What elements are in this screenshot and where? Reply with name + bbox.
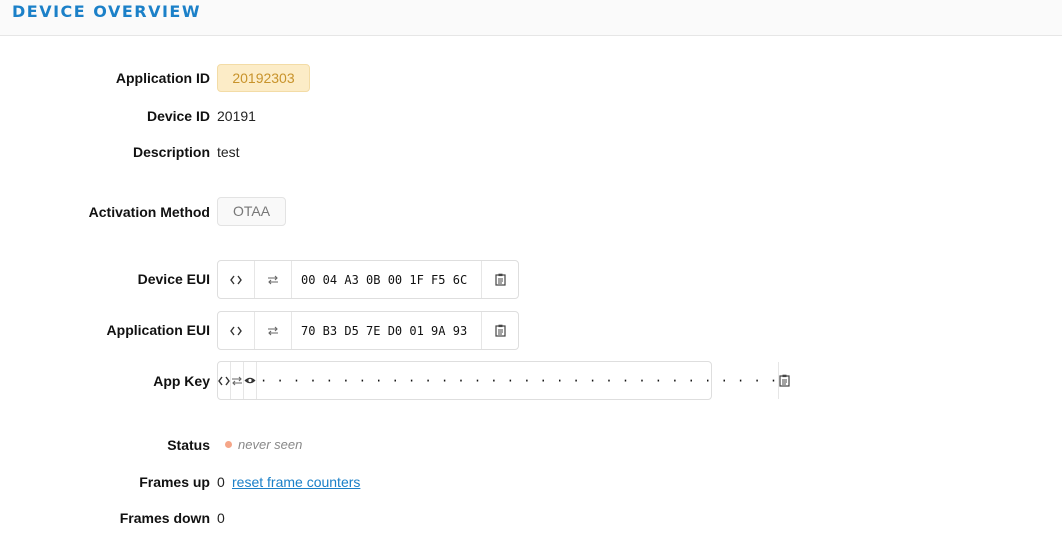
status-dot bbox=[225, 441, 232, 448]
description-value: test bbox=[217, 144, 240, 160]
app-key-label: App Key bbox=[153, 373, 210, 389]
application-eui-field: 70 B3 D5 7E D0 01 9A 93 bbox=[217, 311, 519, 350]
application-id-tag[interactable]: 20192303 bbox=[217, 64, 310, 92]
activation-method-label: Activation Method bbox=[88, 204, 210, 220]
clipboard-icon[interactable] bbox=[778, 362, 790, 399]
reset-frame-counters-link[interactable]: reset frame counters bbox=[232, 474, 360, 490]
clipboard-icon[interactable] bbox=[481, 312, 518, 349]
code-brackets-icon[interactable] bbox=[218, 261, 255, 298]
device-id-value: 20191 bbox=[217, 108, 256, 124]
swap-arrows-icon[interactable] bbox=[255, 312, 292, 349]
application-eui-label: Application EUI bbox=[106, 322, 210, 338]
application-id-label: Application ID bbox=[115, 70, 210, 86]
description-label: Description bbox=[132, 144, 210, 160]
status-label: Status bbox=[167, 437, 210, 453]
activation-method-tag: OTAA bbox=[217, 197, 286, 226]
device-eui-label: Device EUI bbox=[137, 271, 210, 287]
device-id-label: Device ID bbox=[146, 108, 210, 124]
swap-arrows-icon[interactable] bbox=[255, 261, 292, 298]
status-value: never seen bbox=[238, 437, 303, 452]
frames-up-label: Frames up bbox=[139, 474, 210, 490]
app-key-value[interactable]: · · · · · · · · · · · · · · · · · · · · … bbox=[257, 362, 778, 399]
application-eui-value[interactable]: 70 B3 D5 7E D0 01 9A 93 bbox=[292, 312, 481, 349]
swap-arrows-icon[interactable] bbox=[231, 362, 244, 399]
code-brackets-icon[interactable] bbox=[218, 362, 231, 399]
page-title: DEVICE OVERVIEW bbox=[12, 2, 202, 21]
frames-down-label: Frames down bbox=[119, 510, 210, 526]
device-eui-value[interactable]: 00 04 A3 0B 00 1F F5 6C bbox=[292, 261, 481, 298]
clipboard-icon[interactable] bbox=[481, 261, 518, 298]
code-brackets-icon[interactable] bbox=[218, 312, 255, 349]
device-eui-field: 00 04 A3 0B 00 1F F5 6C bbox=[217, 260, 519, 299]
frames-up-value: 0 bbox=[217, 474, 225, 490]
page-header: DEVICE OVERVIEW bbox=[0, 0, 1062, 36]
eye-icon[interactable] bbox=[244, 362, 257, 399]
app-key-field: · · · · · · · · · · · · · · · · · · · · … bbox=[217, 361, 790, 400]
frames-down-value: 0 bbox=[217, 510, 225, 526]
